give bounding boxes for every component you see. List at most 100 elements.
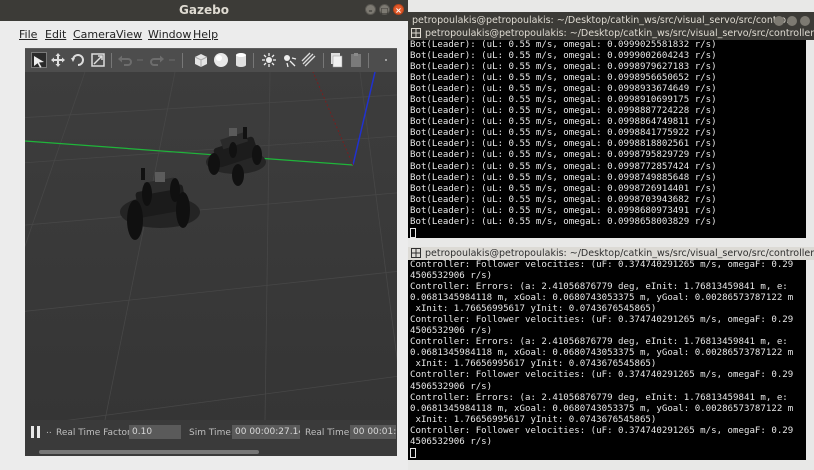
maximize-icon[interactable] (787, 16, 797, 26)
terminal-line: 4506532906 r/s) (410, 271, 493, 282)
terminal-line: xInit: 1.76656995617 yInit: 0.0743676545… (410, 414, 657, 425)
menu-view[interactable]: View (116, 28, 142, 41)
terminal-prompt[interactable] (410, 447, 806, 460)
close-icon[interactable]: × (393, 4, 404, 15)
step-button[interactable]: .. (46, 426, 52, 436)
spot-light-icon[interactable] (281, 52, 297, 68)
terminal-line: xInit: 1.76656995617 yInit: 0.0743676545… (410, 359, 657, 370)
terminal-line: Controller: Follower velocities: (uF: 0.… (410, 370, 794, 381)
minimize-icon[interactable]: – (365, 4, 376, 15)
gazebo-menubar: File Edit Camera View Window Help (0, 27, 408, 45)
terminal-line: Bot(Leader): (uL: 0.55 m/s, omegaL: 0.09… (410, 139, 717, 150)
pause-icon[interactable] (31, 426, 41, 438)
menu-window[interactable]: Window (148, 28, 191, 41)
terminal-line: Bot(Leader): (uL: 0.55 m/s, omegaL: 0.09… (410, 106, 717, 117)
toolbar-separator (323, 53, 324, 68)
sim-time-value: 00 00:00:27.148 (232, 425, 300, 439)
terminal-bottom-scrollbar[interactable] (806, 260, 814, 460)
gazebo-window: Gazebo – □ × File Edit Camera View Windo… (0, 0, 408, 470)
terminal-line: Bot(Leader): (uL: 0.55 m/s, omegaL: 0.09… (410, 95, 717, 106)
sim-time-label: Sim Time: (189, 428, 234, 438)
right-panel-edge[interactable] (397, 45, 408, 470)
terminal-tab-icon (411, 28, 421, 38)
maximize-icon[interactable]: □ (379, 4, 390, 15)
rotate-icon[interactable] (70, 52, 86, 68)
redo-icon[interactable] (149, 52, 165, 68)
terminal-top-output[interactable]: Bot(Leader): (uL: 0.55 m/s, omegaL: 0.09… (408, 40, 806, 238)
terminal-line: Bot(Leader): (uL: 0.55 m/s, omegaL: 0.09… (410, 117, 717, 128)
point-light-icon[interactable] (261, 52, 277, 68)
cursor-icon (410, 447, 416, 458)
terminal-top-tab[interactable]: petropoulakis@petropoulakis: ~/Desktop/c… (408, 27, 814, 40)
menu-help[interactable]: Help (193, 28, 218, 41)
scale-icon[interactable] (90, 52, 106, 68)
terminal-prompt[interactable] (410, 227, 806, 238)
scrollbar-thumb[interactable] (39, 450, 259, 454)
cursor-icon (410, 227, 416, 238)
terminal-line: Controller: Follower velocities: (uF: 0.… (410, 425, 794, 436)
terminal-line: Bot(Leader): (uL: 0.55 m/s, omegaL: 0.09… (410, 205, 717, 216)
terminal-line: xInit: 1.76656995617 yInit: 0.0743676545… (410, 304, 657, 315)
terminal-line: Bot(Leader): (uL: 0.55 m/s, omegaL: 0.09… (410, 40, 717, 50)
terminal-bottom-output[interactable]: Controller: Follower velocities: (uF: 0.… (408, 260, 806, 460)
terminal-line: 4506532906 r/s) (410, 381, 493, 392)
real-time-factor-value: 0.10 (129, 425, 181, 439)
terminal-line: Bot(Leader): (uL: 0.55 m/s, omegaL: 0.09… (410, 216, 717, 227)
menu-edit[interactable]: Edit (45, 28, 66, 41)
select-icon[interactable] (31, 52, 47, 68)
minimize-icon[interactable] (774, 16, 784, 26)
terminal-line: 0.0681345984118 m, xGoal: 0.068074305337… (410, 403, 794, 414)
terminal-line: Bot(Leader): (uL: 0.55 m/s, omegaL: 0.09… (410, 84, 717, 95)
undo-dropdown-icon[interactable] (136, 52, 144, 68)
overflow-icon[interactable] (381, 52, 391, 68)
real-time-factor-label: Real Time Factor: (56, 428, 134, 438)
paste-icon[interactable] (348, 52, 364, 68)
copy-icon[interactable] (328, 52, 344, 68)
time-panel: .. Real Time Factor: 0.10 Sim Time: 00 0… (25, 420, 397, 448)
gazebo-window-title: Gazebo (179, 3, 229, 17)
terminal-line: Controller: Errors: (a: 2.41056876779 de… (410, 337, 788, 348)
redo-dropdown-icon[interactable] (168, 52, 176, 68)
terminal-line: Controller: Errors: (a: 2.41056876779 de… (410, 282, 788, 293)
terminal-line: 4506532906 r/s) (410, 326, 493, 337)
undo-icon[interactable] (117, 52, 133, 68)
directional-light-icon[interactable] (301, 52, 317, 68)
3d-scene-view[interactable] (25, 72, 397, 420)
close-icon[interactable] (800, 16, 810, 26)
terminal-line: 0.0681345984118 m, xGoal: 0.068074305337… (410, 293, 794, 304)
terminal-line: Bot(Leader): (uL: 0.55 m/s, omegaL: 0.09… (410, 150, 717, 161)
real-time-label: Real Time: (305, 428, 353, 438)
toolbar-separator (111, 53, 112, 68)
terminal-line: Bot(Leader): (uL: 0.55 m/s, omegaL: 0.09… (410, 62, 717, 73)
toolbar-separator (182, 53, 183, 68)
terminal-line: Bot(Leader): (uL: 0.55 m/s, omegaL: 0.09… (410, 183, 717, 194)
terminal-line: Bot(Leader): (uL: 0.55 m/s, omegaL: 0.09… (410, 128, 717, 139)
terminal-line: Controller: Follower velocities: (uF: 0.… (410, 260, 794, 270)
terminal-line: 4506532906 r/s) (410, 436, 493, 447)
terminal-line: Controller: Errors: (a: 2.41056876779 de… (410, 392, 788, 403)
terminal-line: Bot(Leader): (uL: 0.55 m/s, omegaL: 0.09… (410, 51, 717, 62)
sphere-icon[interactable] (213, 52, 229, 68)
gazebo-title-bar[interactable]: Gazebo – □ × (0, 0, 408, 21)
gazebo-toolbar (25, 48, 397, 73)
terminal-bottom-tab[interactable]: petropoulakis@petropoulakis: ~/Desktop/c… (408, 247, 814, 260)
real-time-value: 00 00:01:5 (350, 425, 396, 439)
terminal-line: Bot(Leader): (uL: 0.55 m/s, omegaL: 0.09… (410, 194, 717, 205)
menu-file[interactable]: File (19, 28, 37, 41)
terminal-top-scrollbar[interactable] (806, 40, 814, 238)
terminal-line: Bot(Leader): (uL: 0.55 m/s, omegaL: 0.09… (410, 73, 717, 84)
terminal-line: Controller: Follower velocities: (uF: 0.… (410, 315, 794, 326)
cylinder-icon[interactable] (233, 52, 249, 68)
toolbar-separator (368, 53, 369, 68)
box-icon[interactable] (193, 52, 209, 68)
terminal-line: 0.0681345984118 m, xGoal: 0.068074305337… (410, 348, 794, 359)
menu-camera[interactable]: Camera (73, 28, 116, 41)
terminal-line: Bot(Leader): (uL: 0.55 m/s, omegaL: 0.09… (410, 161, 717, 172)
terminal-bottom-tab-title: petropoulakis@petropoulakis: ~/Desktop/c… (425, 248, 814, 259)
toolbar-separator (253, 53, 254, 68)
translate-icon[interactable] (50, 52, 66, 68)
left-panel-edge[interactable] (0, 45, 25, 470)
terminal-top-tab-title: petropoulakis@petropoulakis: ~/Desktop/c… (425, 28, 814, 39)
time-panel-scrollbar[interactable] (25, 448, 397, 456)
terminal-line: Bot(Leader): (uL: 0.55 m/s, omegaL: 0.09… (410, 172, 717, 183)
